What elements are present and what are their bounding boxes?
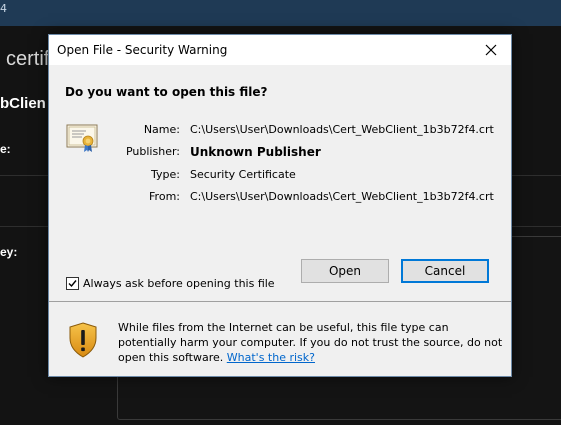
name-label: Name: bbox=[143, 123, 180, 136]
from-row: From: C:\Users\User\Downloads\Cert_WebCl… bbox=[49, 190, 511, 206]
type-label: Type: bbox=[151, 168, 180, 181]
always-ask-option[interactable]: Always ask before opening this file bbox=[66, 275, 275, 291]
background-titlebar-text: 4 bbox=[0, 2, 7, 15]
type-value: Security Certificate bbox=[190, 168, 296, 181]
background-field-label: e: bbox=[0, 142, 11, 156]
background-titlebar: 4 bbox=[0, 0, 561, 26]
dialog-question: Do you want to open this file? bbox=[65, 85, 268, 99]
dialog-footer: While files from the Internet can be use… bbox=[49, 302, 511, 376]
background-name-label: bClien bbox=[0, 95, 46, 112]
from-value: C:\Users\User\Downloads\Cert_WebClient_1… bbox=[190, 190, 494, 203]
whats-the-risk-link[interactable]: What's the risk? bbox=[227, 351, 315, 364]
name-value: C:\Users\User\Downloads\Cert_WebClient_1… bbox=[190, 123, 494, 136]
close-button[interactable] bbox=[473, 35, 509, 65]
always-ask-checkbox[interactable] bbox=[66, 276, 79, 290]
background-heading: certif bbox=[6, 48, 50, 70]
dialog-body: Do you want to open this file? Name: C:\… bbox=[49, 65, 511, 301]
open-button[interactable]: Open bbox=[301, 259, 389, 283]
dialog-titlebar[interactable]: Open File - Security Warning bbox=[49, 35, 511, 65]
shield-warning-icon bbox=[69, 322, 97, 358]
name-row: Name: C:\Users\User\Downloads\Cert_WebCl… bbox=[49, 123, 511, 139]
publisher-label: Publisher: bbox=[125, 145, 180, 158]
publisher-row: Publisher: Unknown Publisher bbox=[49, 145, 511, 161]
close-icon bbox=[485, 44, 497, 56]
publisher-value: Unknown Publisher bbox=[190, 145, 321, 159]
type-row: Type: Security Certificate bbox=[49, 168, 511, 184]
cancel-button[interactable]: Cancel bbox=[401, 259, 489, 283]
dialog-title: Open File - Security Warning bbox=[57, 43, 228, 57]
warning-message: While files from the Internet can be use… bbox=[118, 320, 503, 365]
from-label: From: bbox=[149, 190, 180, 203]
background-key-label: ey: bbox=[0, 245, 18, 259]
always-ask-label: Always ask before opening this file bbox=[83, 276, 275, 290]
checkmark-icon bbox=[68, 279, 77, 287]
security-warning-dialog: Open File - Security Warning Do you want… bbox=[48, 34, 512, 377]
